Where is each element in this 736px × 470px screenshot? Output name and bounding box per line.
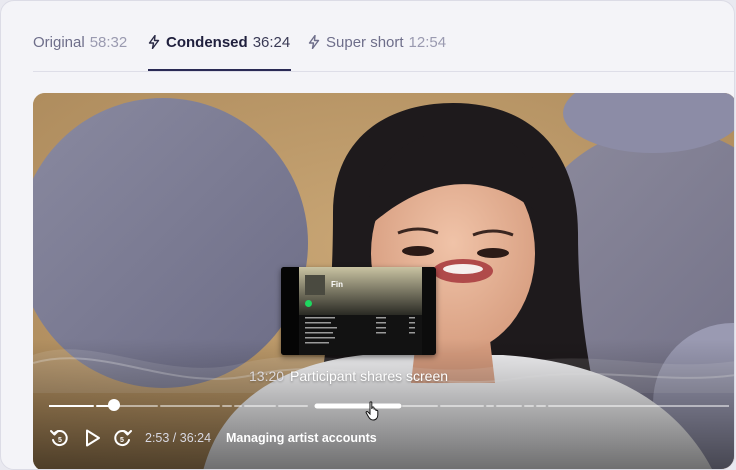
rewind-icon[interactable]: 5 (49, 427, 71, 449)
tab-condensed[interactable]: Condensed 36:24 (148, 34, 291, 71)
preview-album-title: Fin (331, 280, 343, 289)
hand-pointer-icon (365, 401, 379, 421)
progress-thumb[interactable] (108, 399, 120, 411)
video-player[interactable]: Fin 13:20 Participant shares screen 5 5 … (33, 93, 734, 469)
tab-super-short[interactable]: Super short 12:54 (308, 34, 446, 71)
screen-share-thumbnail: Fin (281, 267, 436, 355)
progress-bar[interactable] (49, 403, 729, 409)
svg-text:5: 5 (120, 437, 124, 444)
fast-forward-icon[interactable]: 5 (111, 427, 133, 449)
player-controls: 5 5 2:53 / 36:24 Managing artist account… (49, 427, 689, 449)
tab-label: Condensed (166, 34, 248, 51)
spotify-thumbnail-image (281, 267, 436, 355)
hover-chapter-label: 13:20 Participant shares screen (249, 368, 448, 384)
video-card: Original 58:32 Condensed 36:24 Super short… (0, 0, 735, 470)
play-icon[interactable] (81, 427, 103, 449)
lightning-bolt-icon (308, 35, 320, 49)
hover-timestamp: 13:20 (249, 368, 285, 384)
hover-chapter-title: Participant shares screen (290, 368, 449, 384)
timecode: 2:53 / 36:24 (145, 431, 212, 445)
tab-duration: 58:32 (89, 34, 128, 51)
svg-text:5: 5 (58, 437, 62, 444)
tab-label: Original (33, 34, 85, 51)
summary-length-tabs: Original 58:32 Condensed 36:24 Super short… (33, 1, 734, 72)
tab-original[interactable]: Original 58:32 (33, 34, 127, 71)
lightning-bolt-icon (148, 35, 160, 49)
tab-duration: 36:24 (252, 34, 291, 51)
tab-duration: 12:54 (408, 34, 447, 51)
tab-label: Super short (326, 34, 404, 51)
current-chapter-title: Managing artist accounts (226, 431, 377, 445)
